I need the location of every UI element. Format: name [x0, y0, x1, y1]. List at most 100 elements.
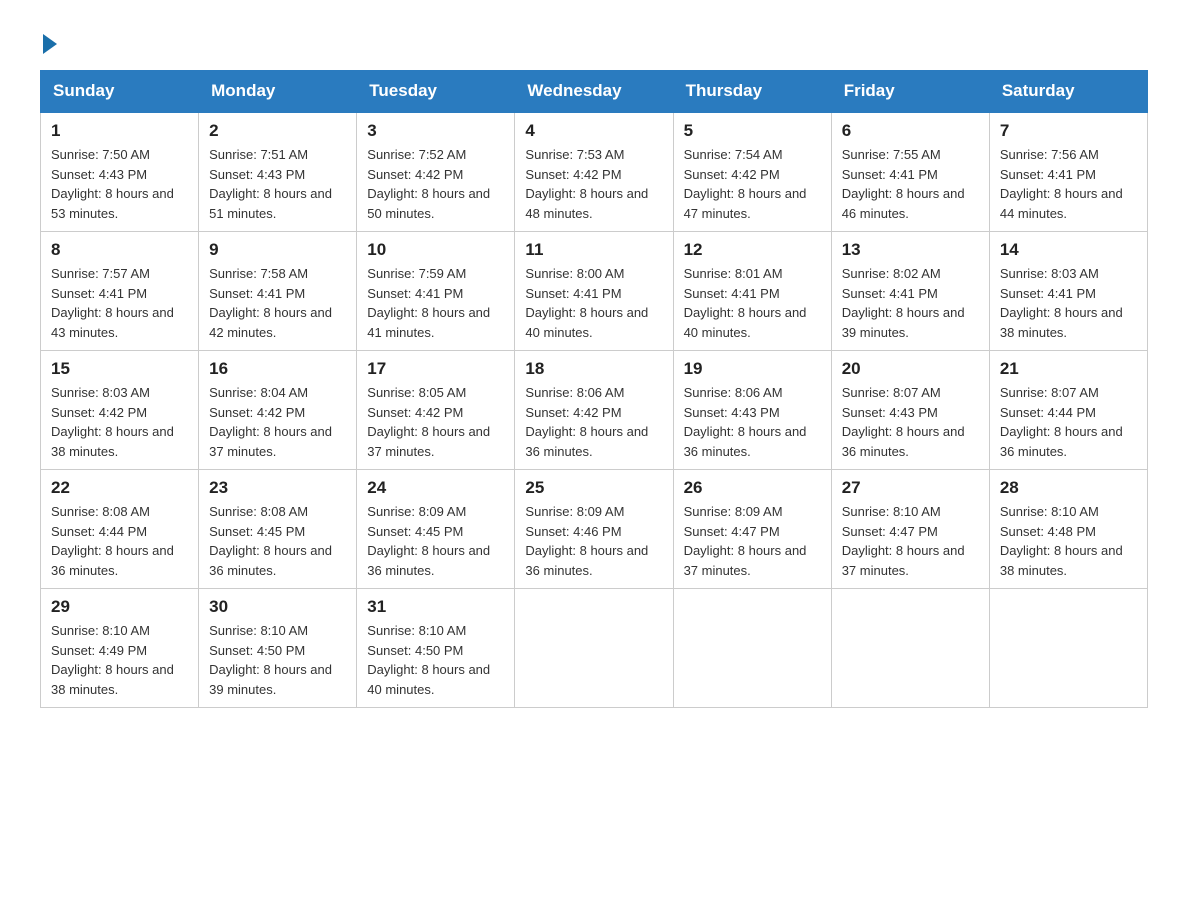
calendar-cell: 16 Sunrise: 8:04 AM Sunset: 4:42 PM Dayl… — [199, 351, 357, 470]
logo-arrow-icon — [43, 34, 57, 54]
calendar-cell: 18 Sunrise: 8:06 AM Sunset: 4:42 PM Dayl… — [515, 351, 673, 470]
calendar-cell: 30 Sunrise: 8:10 AM Sunset: 4:50 PM Dayl… — [199, 589, 357, 708]
day-info: Sunrise: 8:08 AM Sunset: 4:45 PM Dayligh… — [209, 502, 346, 580]
day-info: Sunrise: 7:59 AM Sunset: 4:41 PM Dayligh… — [367, 264, 504, 342]
day-info: Sunrise: 7:50 AM Sunset: 4:43 PM Dayligh… — [51, 145, 188, 223]
day-info: Sunrise: 8:10 AM Sunset: 4:47 PM Dayligh… — [842, 502, 979, 580]
calendar-cell: 5 Sunrise: 7:54 AM Sunset: 4:42 PM Dayli… — [673, 112, 831, 232]
day-info: Sunrise: 8:01 AM Sunset: 4:41 PM Dayligh… — [684, 264, 821, 342]
day-number: 19 — [684, 359, 821, 379]
calendar-cell — [831, 589, 989, 708]
day-info: Sunrise: 8:07 AM Sunset: 4:43 PM Dayligh… — [842, 383, 979, 461]
calendar-cell: 17 Sunrise: 8:05 AM Sunset: 4:42 PM Dayl… — [357, 351, 515, 470]
logo-top — [40, 30, 57, 54]
day-number: 12 — [684, 240, 821, 260]
calendar-cell: 22 Sunrise: 8:08 AM Sunset: 4:44 PM Dayl… — [41, 470, 199, 589]
day-info: Sunrise: 8:10 AM Sunset: 4:49 PM Dayligh… — [51, 621, 188, 699]
day-number: 18 — [525, 359, 662, 379]
day-number: 17 — [367, 359, 504, 379]
calendar-header: SundayMondayTuesdayWednesdayThursdayFrid… — [41, 71, 1148, 113]
calendar-cell: 15 Sunrise: 8:03 AM Sunset: 4:42 PM Dayl… — [41, 351, 199, 470]
calendar-cell: 23 Sunrise: 8:08 AM Sunset: 4:45 PM Dayl… — [199, 470, 357, 589]
calendar-cell: 12 Sunrise: 8:01 AM Sunset: 4:41 PM Dayl… — [673, 232, 831, 351]
day-number: 21 — [1000, 359, 1137, 379]
day-info: Sunrise: 8:10 AM Sunset: 4:50 PM Dayligh… — [367, 621, 504, 699]
day-info: Sunrise: 8:09 AM Sunset: 4:46 PM Dayligh… — [525, 502, 662, 580]
calendar-cell: 20 Sunrise: 8:07 AM Sunset: 4:43 PM Dayl… — [831, 351, 989, 470]
calendar-week-2: 8 Sunrise: 7:57 AM Sunset: 4:41 PM Dayli… — [41, 232, 1148, 351]
calendar-cell: 28 Sunrise: 8:10 AM Sunset: 4:48 PM Dayl… — [989, 470, 1147, 589]
day-number: 29 — [51, 597, 188, 617]
day-info: Sunrise: 8:00 AM Sunset: 4:41 PM Dayligh… — [525, 264, 662, 342]
calendar-cell — [673, 589, 831, 708]
calendar-cell: 21 Sunrise: 8:07 AM Sunset: 4:44 PM Dayl… — [989, 351, 1147, 470]
day-number: 16 — [209, 359, 346, 379]
day-info: Sunrise: 8:02 AM Sunset: 4:41 PM Dayligh… — [842, 264, 979, 342]
calendar-cell: 1 Sunrise: 7:50 AM Sunset: 4:43 PM Dayli… — [41, 112, 199, 232]
day-number: 8 — [51, 240, 188, 260]
calendar-header-sunday: Sunday — [41, 71, 199, 113]
day-info: Sunrise: 8:05 AM Sunset: 4:42 PM Dayligh… — [367, 383, 504, 461]
calendar-header-thursday: Thursday — [673, 71, 831, 113]
day-info: Sunrise: 7:55 AM Sunset: 4:41 PM Dayligh… — [842, 145, 979, 223]
calendar-cell: 2 Sunrise: 7:51 AM Sunset: 4:43 PM Dayli… — [199, 112, 357, 232]
day-info: Sunrise: 8:04 AM Sunset: 4:42 PM Dayligh… — [209, 383, 346, 461]
day-number: 4 — [525, 121, 662, 141]
day-number: 10 — [367, 240, 504, 260]
day-number: 15 — [51, 359, 188, 379]
calendar-week-5: 29 Sunrise: 8:10 AM Sunset: 4:49 PM Dayl… — [41, 589, 1148, 708]
calendar-header-wednesday: Wednesday — [515, 71, 673, 113]
calendar-cell: 4 Sunrise: 7:53 AM Sunset: 4:42 PM Dayli… — [515, 112, 673, 232]
day-number: 24 — [367, 478, 504, 498]
day-info: Sunrise: 8:03 AM Sunset: 4:41 PM Dayligh… — [1000, 264, 1137, 342]
day-info: Sunrise: 7:58 AM Sunset: 4:41 PM Dayligh… — [209, 264, 346, 342]
calendar-cell: 31 Sunrise: 8:10 AM Sunset: 4:50 PM Dayl… — [357, 589, 515, 708]
day-number: 27 — [842, 478, 979, 498]
day-info: Sunrise: 8:06 AM Sunset: 4:43 PM Dayligh… — [684, 383, 821, 461]
calendar-cell: 24 Sunrise: 8:09 AM Sunset: 4:45 PM Dayl… — [357, 470, 515, 589]
calendar-cell: 7 Sunrise: 7:56 AM Sunset: 4:41 PM Dayli… — [989, 112, 1147, 232]
day-number: 7 — [1000, 121, 1137, 141]
calendar-cell — [515, 589, 673, 708]
day-info: Sunrise: 8:08 AM Sunset: 4:44 PM Dayligh… — [51, 502, 188, 580]
calendar-header-saturday: Saturday — [989, 71, 1147, 113]
day-info: Sunrise: 8:10 AM Sunset: 4:48 PM Dayligh… — [1000, 502, 1137, 580]
calendar-cell: 29 Sunrise: 8:10 AM Sunset: 4:49 PM Dayl… — [41, 589, 199, 708]
logo — [40, 30, 57, 50]
calendar-header-monday: Monday — [199, 71, 357, 113]
page-header — [40, 30, 1148, 50]
day-info: Sunrise: 8:07 AM Sunset: 4:44 PM Dayligh… — [1000, 383, 1137, 461]
calendar-cell: 13 Sunrise: 8:02 AM Sunset: 4:41 PM Dayl… — [831, 232, 989, 351]
day-number: 11 — [525, 240, 662, 260]
calendar-cell: 27 Sunrise: 8:10 AM Sunset: 4:47 PM Dayl… — [831, 470, 989, 589]
day-number: 20 — [842, 359, 979, 379]
day-number: 9 — [209, 240, 346, 260]
calendar-cell: 9 Sunrise: 7:58 AM Sunset: 4:41 PM Dayli… — [199, 232, 357, 351]
day-number: 2 — [209, 121, 346, 141]
day-number: 1 — [51, 121, 188, 141]
calendar-header-row: SundayMondayTuesdayWednesdayThursdayFrid… — [41, 71, 1148, 113]
day-info: Sunrise: 7:57 AM Sunset: 4:41 PM Dayligh… — [51, 264, 188, 342]
calendar-cell: 10 Sunrise: 7:59 AM Sunset: 4:41 PM Dayl… — [357, 232, 515, 351]
day-info: Sunrise: 7:56 AM Sunset: 4:41 PM Dayligh… — [1000, 145, 1137, 223]
day-number: 6 — [842, 121, 979, 141]
calendar-cell: 25 Sunrise: 8:09 AM Sunset: 4:46 PM Dayl… — [515, 470, 673, 589]
calendar-cell: 6 Sunrise: 7:55 AM Sunset: 4:41 PM Dayli… — [831, 112, 989, 232]
day-info: Sunrise: 7:53 AM Sunset: 4:42 PM Dayligh… — [525, 145, 662, 223]
day-number: 30 — [209, 597, 346, 617]
day-info: Sunrise: 7:54 AM Sunset: 4:42 PM Dayligh… — [684, 145, 821, 223]
day-number: 26 — [684, 478, 821, 498]
calendar-week-4: 22 Sunrise: 8:08 AM Sunset: 4:44 PM Dayl… — [41, 470, 1148, 589]
calendar-table: SundayMondayTuesdayWednesdayThursdayFrid… — [40, 70, 1148, 708]
day-info: Sunrise: 7:52 AM Sunset: 4:42 PM Dayligh… — [367, 145, 504, 223]
calendar-week-3: 15 Sunrise: 8:03 AM Sunset: 4:42 PM Dayl… — [41, 351, 1148, 470]
day-info: Sunrise: 8:09 AM Sunset: 4:45 PM Dayligh… — [367, 502, 504, 580]
calendar-cell: 14 Sunrise: 8:03 AM Sunset: 4:41 PM Dayl… — [989, 232, 1147, 351]
day-info: Sunrise: 8:06 AM Sunset: 4:42 PM Dayligh… — [525, 383, 662, 461]
calendar-cell: 11 Sunrise: 8:00 AM Sunset: 4:41 PM Dayl… — [515, 232, 673, 351]
day-info: Sunrise: 8:03 AM Sunset: 4:42 PM Dayligh… — [51, 383, 188, 461]
day-number: 13 — [842, 240, 979, 260]
calendar-body: 1 Sunrise: 7:50 AM Sunset: 4:43 PM Dayli… — [41, 112, 1148, 708]
calendar-week-1: 1 Sunrise: 7:50 AM Sunset: 4:43 PM Dayli… — [41, 112, 1148, 232]
day-number: 14 — [1000, 240, 1137, 260]
